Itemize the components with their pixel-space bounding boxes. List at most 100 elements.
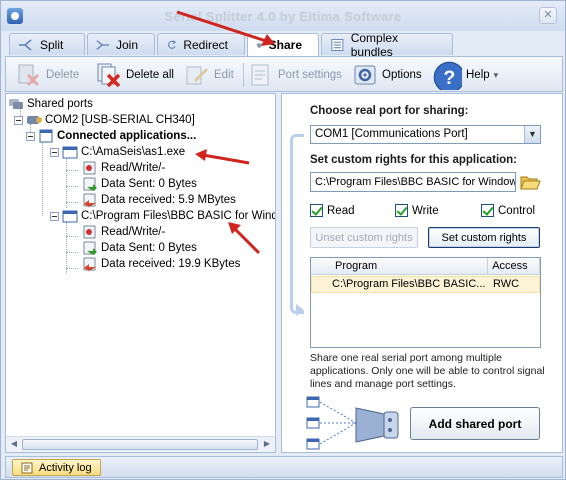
tree-app-2-received: Data received: 19.9 KBytes (82, 256, 240, 272)
data-received-icon (83, 193, 96, 207)
read-checkbox[interactable]: Read (310, 204, 355, 217)
control-label: Control (498, 204, 536, 217)
scroll-left-icon[interactable]: ◀ (8, 439, 20, 451)
tab-complex-bundles[interactable]: Complex bundles (321, 31, 453, 59)
delete-icon (18, 64, 40, 87)
access-column-header[interactable]: Access (488, 258, 540, 274)
folder-open-icon[interactable] (519, 171, 541, 193)
app-1-sent-label: Data Sent: 0 Bytes (101, 178, 197, 190)
tree-root-label: Shared ports (27, 98, 93, 110)
toolbar: Delete Delete all Edit Port settings Opt… (5, 56, 563, 92)
write-checkbox[interactable]: Write (395, 204, 439, 217)
share-description: Share one real serial port among multipl… (310, 352, 545, 390)
tree-connected-applications[interactable]: Connected applications... (26, 128, 196, 144)
tab-split[interactable]: Split (9, 33, 85, 55)
scroll-right-icon[interactable]: ▶ (261, 439, 273, 451)
flow-bracket (290, 134, 304, 314)
app-1-name: C:\AmaSeis\as1.exe (81, 146, 186, 158)
tree-app-1-rights: Read/Write/- (82, 160, 165, 176)
list-header: Program Access (311, 258, 540, 275)
write-label: Write (412, 204, 439, 217)
port-settings-label: Port settings (278, 69, 342, 81)
status-bar: Activity log (5, 456, 563, 478)
tree-app-1[interactable]: C:\AmaSeis\as1.exe (50, 144, 185, 160)
app-1-received-label: Data received: 5.9 MBytes (101, 194, 236, 206)
applications-icon (39, 129, 53, 143)
delete-button[interactable]: Delete (16, 60, 79, 90)
annotation-arrow-app-1 (195, 149, 250, 165)
help-button[interactable]: ? Help ▾ (432, 60, 498, 90)
list-item-access: RWC (493, 278, 520, 290)
delete-all-icon (97, 63, 121, 88)
collapse-connected-toggle[interactable] (26, 131, 35, 141)
window-app-icon (62, 210, 78, 223)
tab-split-label: Split (40, 37, 64, 52)
list-item[interactable]: C:\Program Files\BBC BASIC... RWC (311, 276, 540, 293)
application-path-field[interactable]: C:\Program Files\BBC BASIC for Windows (310, 172, 516, 192)
options-label: Options (382, 69, 422, 81)
gear-icon (354, 65, 376, 85)
unset-custom-rights-button[interactable]: Unset custom rights (310, 227, 418, 248)
tab-join[interactable]: Join (87, 33, 155, 55)
delete-label: Delete (46, 69, 80, 81)
annotation-arrow-app-2 (228, 222, 261, 255)
rights-icon (83, 161, 96, 175)
close-button[interactable]: ✕ (539, 7, 557, 24)
tree-app-2-rights: Read/Write/- (82, 224, 165, 240)
tree-port-com2[interactable]: COM2 [USB-SERIAL CH340] (14, 112, 195, 128)
data-sent-icon (83, 241, 97, 255)
set-custom-rights-button[interactable]: Set custom rights (428, 227, 540, 248)
rights-icon (83, 225, 96, 239)
share-settings-panel: Choose real port for sharing: COM1 [Comm… (281, 93, 563, 453)
options-button[interactable]: Options (352, 60, 422, 90)
program-column-header[interactable]: Program (311, 258, 489, 274)
data-sent-icon (83, 177, 97, 191)
help-icon: ? (433, 61, 462, 90)
custom-rights-label: Set custom rights for this application: (310, 154, 518, 166)
svg-text:?: ? (443, 67, 455, 89)
collapse-app-1-toggle[interactable] (50, 147, 59, 157)
port-settings-icon (251, 64, 269, 86)
connected-label: Connected applications... (57, 130, 197, 142)
custom-rights-list: Program Access C:\Program Files\BBC BASI… (310, 257, 541, 348)
join-icon (96, 39, 110, 50)
help-dropdown-icon[interactable]: ▾ (494, 70, 499, 81)
chevron-down-icon[interactable]: ▼ (524, 126, 540, 143)
delete-all-label: Delete all (126, 69, 174, 81)
control-check-icon[interactable] (481, 204, 494, 217)
shared-port-illustration-icon (306, 396, 399, 450)
collapse-port-toggle[interactable] (14, 115, 23, 125)
serial-port-icon (27, 116, 42, 124)
app-2-received-label: Data received: 19.9 KBytes (101, 258, 241, 270)
flow-arrow-icon (296, 304, 304, 316)
write-check-icon[interactable] (395, 204, 408, 217)
horizontal-scrollbar[interactable]: ◀ ▶ (6, 436, 275, 452)
shared-ports-tree: Shared ports COM2 [USB-SERIAL CH340] Con… (5, 93, 276, 453)
data-received-icon (83, 257, 96, 271)
port-label: COM2 [USB-SERIAL CH340] (45, 114, 195, 126)
split-icon (19, 38, 32, 51)
app-1-rights-label: Read/Write/- (101, 162, 166, 174)
edit-button[interactable]: Edit (184, 60, 234, 90)
activity-log-button[interactable]: Activity log (12, 459, 101, 476)
edit-label: Edit (214, 69, 234, 81)
annotation-arrow-share (176, 10, 275, 46)
tree-root-shared-ports[interactable]: Shared ports (8, 96, 93, 112)
tree-app-1-sent: Data Sent: 0 Bytes (82, 176, 197, 192)
collapse-app-2-toggle[interactable] (50, 211, 59, 221)
delete-all-button[interactable]: Delete all (96, 60, 174, 90)
tree-app-1-received: Data received: 5.9 MBytes (82, 192, 236, 208)
scroll-thumb[interactable] (22, 439, 258, 450)
real-port-value: COM1 [Communications Port] (315, 128, 468, 140)
log-icon (21, 462, 33, 473)
control-checkbox[interactable]: Control (481, 204, 535, 217)
real-port-select[interactable]: COM1 [Communications Port] ▼ (310, 125, 541, 144)
tree-app-2-sent: Data Sent: 0 Bytes (82, 240, 197, 256)
edit-icon (186, 66, 208, 85)
activity-log-label: Activity log (39, 461, 92, 474)
tab-join-label: Join (115, 37, 138, 52)
port-settings-button[interactable]: Port settings (248, 60, 342, 90)
read-check-icon[interactable] (310, 204, 323, 217)
add-shared-port-button[interactable]: Add shared port (410, 407, 540, 440)
help-label: Help (466, 69, 490, 81)
